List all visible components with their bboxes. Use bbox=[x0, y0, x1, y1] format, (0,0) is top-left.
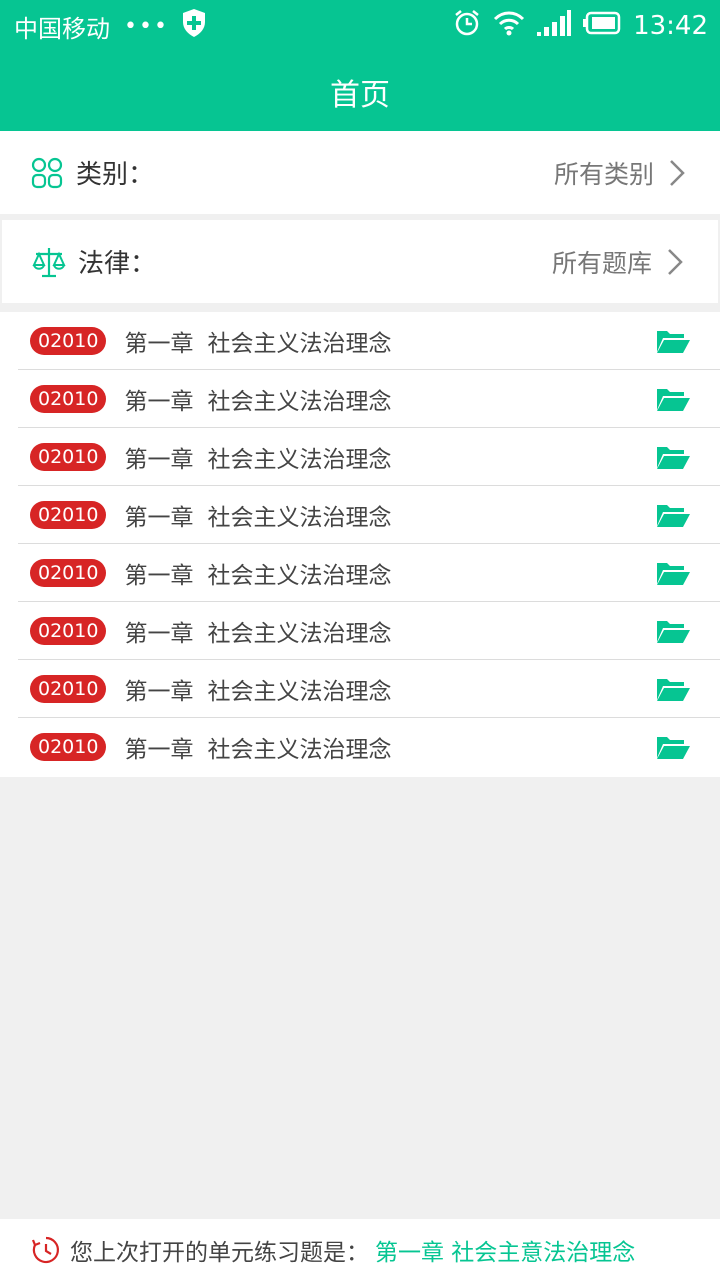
folder-open-icon[interactable] bbox=[656, 328, 690, 354]
shield-icon bbox=[181, 8, 207, 44]
chapter-title: 社会主义法治理念 bbox=[207, 330, 392, 357]
chapter-code-badge: 02010 bbox=[30, 733, 107, 761]
chapter-code-badge: 02010 bbox=[30, 674, 107, 703]
folder-open-icon[interactable] bbox=[656, 676, 690, 702]
list-item[interactable]: 02010 第一章 社会主义法治理念 bbox=[18, 370, 720, 428]
law-label: 法律： bbox=[78, 249, 157, 279]
last-opened-label: 您上次打开的单元练习题是： bbox=[70, 1239, 369, 1266]
chapter-code-badge: 02010 bbox=[30, 384, 107, 413]
folder-open-icon[interactable] bbox=[656, 560, 690, 586]
list-item[interactable]: 02010 第一章 社会主义法治理念 bbox=[18, 544, 720, 602]
status-bar-right: 13:42 bbox=[453, 9, 708, 43]
folder-open-icon[interactable] bbox=[656, 734, 690, 760]
chapter-code-badge: 02010 bbox=[30, 616, 107, 645]
category-value: 所有类别 bbox=[553, 159, 654, 189]
list-item[interactable]: 02010 第一章 社会主义法治理念 bbox=[18, 660, 720, 718]
status-bar-left: 中国移动 ••• bbox=[14, 8, 207, 44]
chapter-number: 第一章 bbox=[124, 678, 194, 705]
chapter-title: 社会主义法治理念 bbox=[207, 562, 392, 589]
grid-icon bbox=[30, 156, 64, 190]
history-clock-icon bbox=[30, 1234, 62, 1266]
chapter-number: 第一章 bbox=[124, 737, 194, 763]
law-value: 所有题库 bbox=[551, 248, 652, 278]
chapter-number: 第一章 bbox=[124, 446, 194, 473]
carrier-name: 中国移动 bbox=[14, 14, 110, 43]
list-item[interactable]: 02010 第一章 社会主义法治理念 bbox=[18, 602, 720, 660]
chapter-number: 第一章 bbox=[124, 388, 194, 415]
chapter-number: 第一章 bbox=[124, 562, 194, 589]
title-bar: 首页 bbox=[0, 52, 720, 131]
chapter-code-badge: 02010 bbox=[30, 558, 107, 587]
chapter-title: 社会主义法治理念 bbox=[207, 620, 392, 647]
chapter-title: 社会主义法治理念 bbox=[207, 504, 392, 531]
list-item[interactable]: 02010 第一章 社会主义法治理念 bbox=[18, 486, 720, 544]
folder-open-icon[interactable] bbox=[656, 502, 690, 528]
last-opened-link[interactable]: 第一章 社会主意法治理念 bbox=[375, 1233, 635, 1267]
chapter-title: 社会主义法治理念 bbox=[207, 737, 392, 763]
chapter-title: 社会主义法治理念 bbox=[207, 446, 392, 473]
more-dots: ••• bbox=[124, 13, 169, 39]
chapter-code-badge: 02010 bbox=[30, 326, 107, 355]
alarm-icon bbox=[453, 9, 481, 43]
chapter-number: 第一章 bbox=[124, 504, 194, 531]
chapter-code-badge: 02010 bbox=[30, 500, 107, 529]
chapter-title: 社会主义法治理念 bbox=[207, 678, 392, 705]
battery-icon bbox=[583, 11, 621, 41]
chapter-title: 社会主义法治理念 bbox=[207, 388, 392, 415]
chapter-number: 第一章 bbox=[124, 620, 194, 647]
page-title: 首页 bbox=[330, 77, 390, 113]
last-opened-footer: 您上次打开的单元练习题是： 第一章 社会主意法治理念 bbox=[0, 1219, 720, 1280]
category-label: 类别： bbox=[76, 160, 155, 190]
chapter-list: 02010 第一章 社会主义法治理念 02010 第一章 社会主义法治理念 02… bbox=[0, 312, 720, 777]
wifi-icon bbox=[493, 10, 525, 42]
clock-time: 13:42 bbox=[633, 11, 708, 41]
chevron-right-icon bbox=[668, 158, 690, 188]
chapter-number: 第一章 bbox=[124, 330, 194, 357]
signal-icon bbox=[537, 10, 572, 42]
scales-icon bbox=[32, 245, 66, 279]
status-bar: 中国移动 ••• 13:42 bbox=[0, 0, 720, 52]
folder-open-icon[interactable] bbox=[656, 386, 690, 412]
chevron-right-icon bbox=[666, 247, 688, 277]
category-filter-row[interactable]: 类别： 所有类别 bbox=[0, 131, 720, 214]
list-item[interactable]: 02010 第一章 社会主义法治理念 bbox=[18, 718, 720, 776]
law-filter-row[interactable]: 法律： 所有题库 bbox=[2, 220, 718, 303]
folder-open-icon[interactable] bbox=[656, 444, 690, 470]
list-item[interactable]: 02010 第一章 社会主义法治理念 bbox=[18, 312, 720, 370]
list-item[interactable]: 02010 第一章 社会主义法治理念 bbox=[18, 428, 720, 486]
chapter-code-badge: 02010 bbox=[30, 442, 107, 471]
folder-open-icon[interactable] bbox=[656, 618, 690, 644]
